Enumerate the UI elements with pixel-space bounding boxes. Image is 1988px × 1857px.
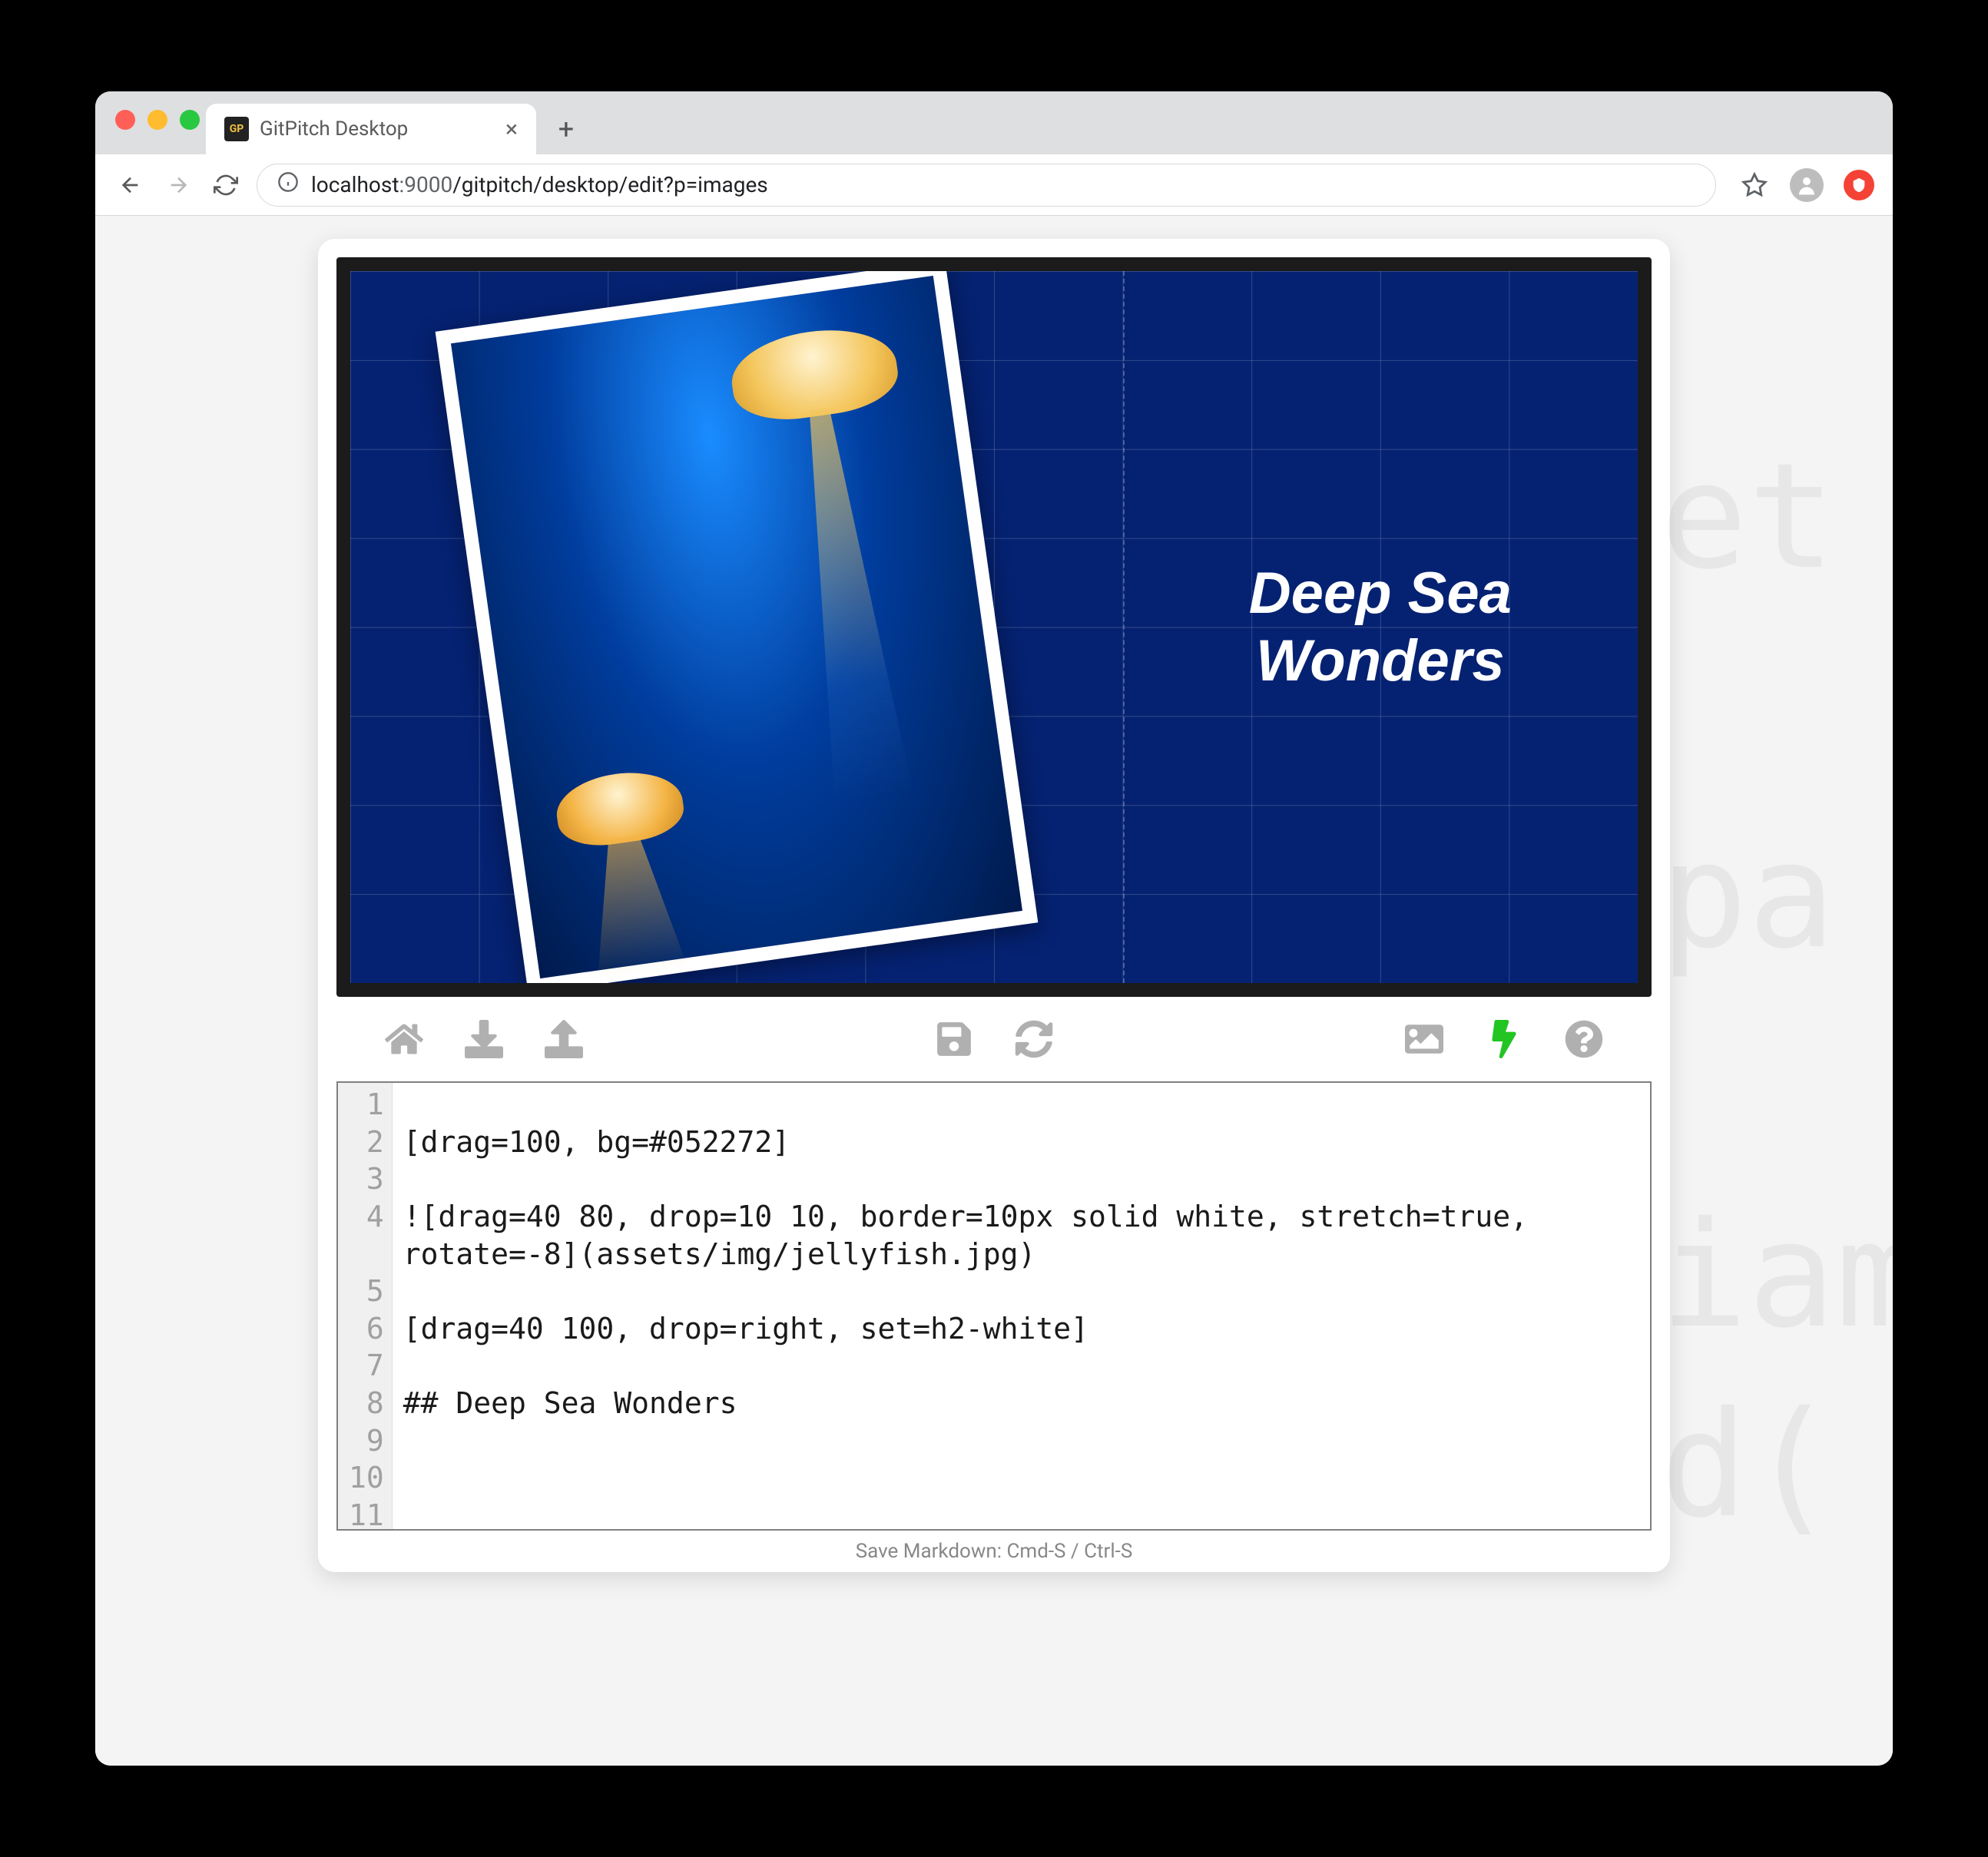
bookmark-star-button[interactable] (1739, 170, 1770, 200)
traffic-lights (115, 110, 200, 130)
url-field[interactable]: localhost:9000/gitpitch/desktop/edit?p=i… (257, 164, 1716, 207)
slide: Deep SeaWonders (350, 271, 1638, 983)
reload-button[interactable] (209, 168, 243, 202)
address-bar: localhost:9000/gitpitch/desktop/edit?p=i… (95, 154, 1893, 216)
titlebar: GP GitPitch Desktop × + (95, 91, 1893, 154)
extension-icon[interactable] (1844, 170, 1874, 200)
editor-toolbar (336, 997, 1652, 1081)
bolt-button[interactable] (1483, 1018, 1526, 1061)
slide-preview[interactable]: Deep SeaWonders (336, 257, 1652, 997)
code-editor[interactable]: 1 2 3 4 5 6 7 8 9 10 11 [drag=100, bg=#0… (336, 1081, 1652, 1531)
new-tab-button[interactable]: + (547, 110, 585, 148)
minimize-window-button[interactable] (147, 110, 167, 130)
url-text: localhost:9000/gitpitch/desktop/edit?p=i… (311, 172, 768, 197)
download-button[interactable] (462, 1018, 505, 1061)
jellyfish-1 (726, 320, 910, 483)
refresh-button[interactable] (1012, 1018, 1055, 1061)
toolbar-right (1739, 168, 1874, 202)
close-tab-button[interactable]: × (505, 116, 518, 143)
jellyfish-image (435, 271, 1038, 983)
home-button[interactable] (383, 1018, 426, 1061)
image-button[interactable] (1403, 1018, 1446, 1061)
tab-title: GitPitch Desktop (260, 118, 495, 141)
slide-heading: Deep SeaWonders (1123, 271, 1638, 983)
favicon-icon: GP (224, 117, 249, 141)
jellyfish-2 (552, 765, 693, 897)
profile-avatar-button[interactable] (1790, 168, 1824, 202)
page-viewport: et pa iam d( Deep SeaWonders (95, 216, 1893, 1766)
forward-button[interactable] (161, 168, 195, 202)
line-gutter: 1 2 3 4 5 6 7 8 9 10 11 (338, 1083, 393, 1529)
browser-window: GP GitPitch Desktop × + localhost:9000/g… (95, 91, 1893, 1766)
upload-button[interactable] (542, 1018, 585, 1061)
code-content[interactable]: [drag=100, bg=#052272] ![drag=40 80, dro… (393, 1083, 1650, 1529)
help-button[interactable] (1562, 1018, 1605, 1061)
site-info-icon[interactable] (277, 171, 299, 198)
back-button[interactable] (114, 168, 147, 202)
close-window-button[interactable] (115, 110, 135, 130)
save-button[interactable] (933, 1018, 976, 1061)
status-bar: Save Markdown: Cmd-S / Ctrl-S (336, 1531, 1652, 1572)
app-panel: Deep SeaWonders (318, 239, 1670, 1572)
background-text: et pa iam d( (1660, 422, 1893, 1560)
tabstrip: GP GitPitch Desktop × + (206, 91, 585, 154)
maximize-window-button[interactable] (180, 110, 200, 130)
browser-tab[interactable]: GP GitPitch Desktop × (206, 104, 536, 154)
